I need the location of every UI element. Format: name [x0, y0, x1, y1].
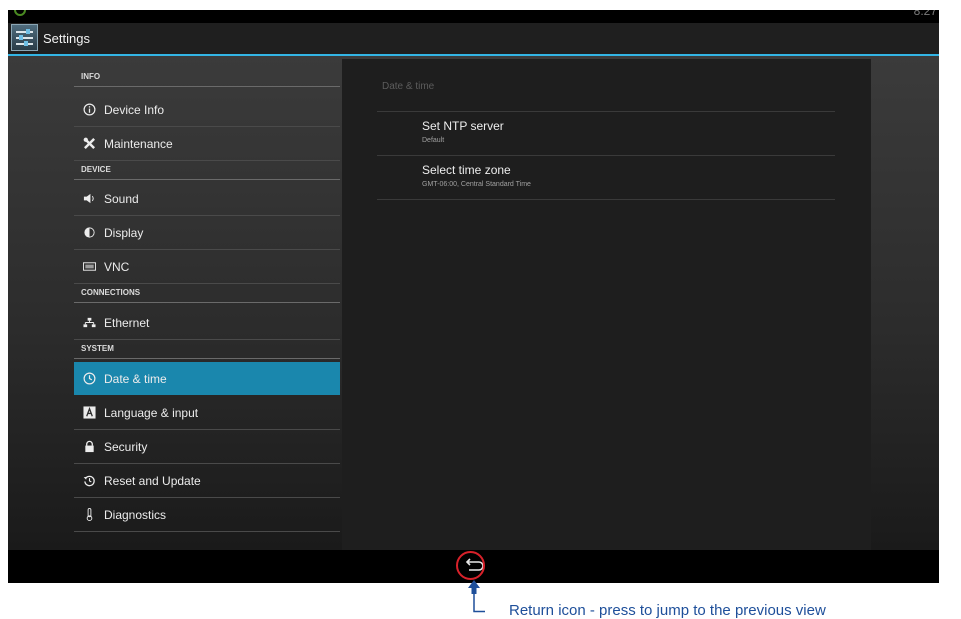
menu-item-reset-update[interactable]: Reset and Update	[74, 464, 340, 498]
tools-icon	[83, 137, 95, 149]
menu-item-date-time[interactable]: Date & time	[74, 362, 340, 395]
menu-item-device-info[interactable]: Device Info	[74, 93, 340, 127]
section-header-device: DEVICE	[74, 161, 340, 180]
detail-title: Date & time	[382, 81, 435, 92]
tablet-screen: 8:27 Settings INFO Device Info Maintenan…	[8, 10, 939, 583]
menu-item-security[interactable]: Security	[74, 430, 340, 464]
pref-title: Set NTP server	[422, 119, 504, 133]
settings-app-icon[interactable]	[11, 24, 38, 51]
reset-icon	[83, 475, 95, 487]
section-header-connections: CONNECTIONS	[74, 284, 340, 303]
menu-item-diagnostics[interactable]: Diagnostics	[74, 498, 340, 532]
callout-text: Return icon - press to jump to the previ…	[509, 602, 826, 619]
pref-summary: GMT-06:00, Central Standard Time	[422, 181, 531, 188]
menu-item-display[interactable]: Display	[74, 216, 340, 250]
divider	[377, 199, 835, 200]
pref-summary: Default	[422, 137, 445, 144]
clock-icon	[83, 372, 96, 385]
section-header-info: INFO	[74, 68, 340, 87]
settings-content: INFO Device Info Maintenance DEVICE Soun…	[8, 56, 939, 550]
detail-pane: Date & time Set NTP server Default Selec…	[342, 59, 871, 550]
callout-arrow-icon	[468, 580, 485, 613]
speaker-icon	[83, 193, 94, 204]
vnc-icon	[83, 262, 96, 271]
settings-menu: INFO Device Info Maintenance DEVICE Soun…	[74, 56, 340, 550]
info-icon	[83, 103, 96, 116]
divider	[377, 155, 835, 156]
pref-title: Select time zone	[422, 163, 511, 177]
status-bar: 8:27	[8, 10, 939, 23]
divider	[377, 111, 835, 112]
status-clock: 8:27	[913, 10, 937, 18]
status-indicator-icon	[14, 10, 26, 16]
thermometer-icon	[86, 508, 93, 521]
menu-item-maintenance[interactable]: Maintenance	[74, 127, 340, 161]
highlight-circle	[456, 551, 485, 580]
menu-item-language-input[interactable]: Language & input	[74, 396, 340, 430]
lock-icon	[85, 440, 94, 453]
section-header-system: SYSTEM	[74, 340, 340, 359]
menu-item-ethernet[interactable]: Ethernet	[74, 306, 340, 340]
action-bar: Settings	[8, 23, 939, 56]
keyboard-icon	[83, 406, 96, 419]
menu-item-sound[interactable]: Sound	[74, 182, 340, 216]
brightness-icon	[84, 227, 95, 238]
menu-item-vnc[interactable]: VNC	[74, 250, 340, 284]
network-icon	[83, 317, 96, 328]
app-title: Settings	[43, 31, 90, 46]
